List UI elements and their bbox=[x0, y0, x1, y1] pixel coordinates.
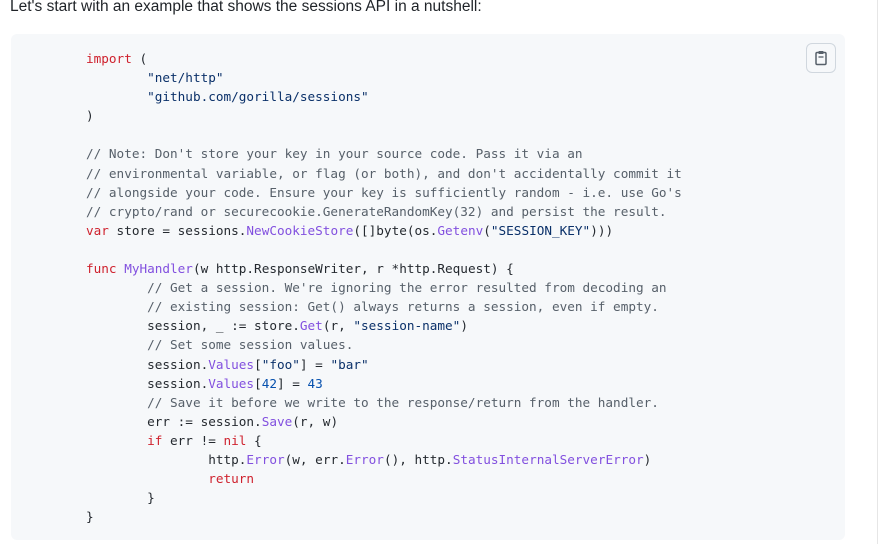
code-comment: // environmental variable, or flag (or b… bbox=[86, 165, 682, 181]
code-text: } bbox=[86, 509, 94, 525]
code-line: // Save it before we write to the respon… bbox=[86, 393, 682, 412]
code-number: 43 bbox=[307, 375, 323, 391]
copy-icon bbox=[815, 51, 827, 66]
code-identifier: Get bbox=[299, 318, 323, 334]
code-line: // environmental variable, or flag (or b… bbox=[86, 164, 682, 183]
code-text: [ bbox=[254, 356, 262, 372]
code-line: "github.com/gorilla/sessions" bbox=[86, 87, 682, 106]
code-text: ] = bbox=[299, 356, 331, 372]
code-line: session.Values["foo"] = "bar" bbox=[86, 355, 682, 374]
code-line: "net/http" bbox=[86, 68, 682, 87]
code-line: var store = sessions.NewCookieStore([]by… bbox=[86, 221, 682, 240]
copy-button[interactable] bbox=[806, 43, 836, 73]
code-line: if err != nil { bbox=[86, 431, 682, 450]
code-string: "foo" bbox=[261, 356, 300, 372]
code-line: } bbox=[86, 507, 682, 526]
code-string: "session-name" bbox=[353, 318, 461, 334]
code-text: (r, w) bbox=[292, 413, 339, 429]
code-comment: // existing session: Get() always return… bbox=[147, 299, 659, 315]
code-text: ))) bbox=[590, 222, 614, 238]
code-text: (r, bbox=[322, 318, 354, 334]
code-text: ( bbox=[131, 51, 148, 66]
code-line: // Note: Don't store your key in your so… bbox=[86, 144, 682, 163]
code-identifier: StatusInternalServerError bbox=[452, 451, 644, 467]
code-text: ) bbox=[86, 108, 94, 124]
code-identifier: MyHandler bbox=[124, 261, 193, 277]
code-text: err := session. bbox=[86, 413, 262, 429]
code-identifier: Getenv bbox=[437, 222, 484, 238]
code-string: "github.com/gorilla/sessions" bbox=[147, 89, 369, 105]
code-identifier: Values bbox=[208, 356, 255, 372]
code-comment: // Note: Don't store your key in your so… bbox=[86, 146, 583, 162]
code-keyword: if bbox=[147, 432, 163, 448]
code-identifier: Save bbox=[261, 413, 293, 429]
code-line: http.Error(w, err.Error(), http.StatusIn… bbox=[86, 450, 682, 469]
code-line: ) bbox=[86, 106, 682, 125]
code-line: } bbox=[86, 488, 682, 507]
code-text: ( bbox=[483, 222, 491, 238]
code-line: // Get a session. We're ignoring the err… bbox=[86, 278, 682, 297]
code-line: // crypto/rand or securecookie.GenerateR… bbox=[86, 202, 682, 221]
code-keyword: import bbox=[86, 51, 132, 66]
code-line: session.Values[42] = 43 bbox=[86, 374, 682, 393]
code-string: "net/http" bbox=[147, 70, 224, 86]
code-text: session, _ := store. bbox=[86, 318, 300, 334]
code-comment: // Set some session values. bbox=[147, 337, 354, 353]
code-keyword: var bbox=[86, 222, 109, 238]
code-text: } bbox=[86, 490, 155, 506]
code-identifier: NewCookieStore bbox=[246, 222, 354, 238]
code-text: (w http.ResponseWriter, r *http.Request)… bbox=[192, 261, 514, 277]
code-text: ] = bbox=[276, 375, 308, 391]
code-line: session, _ := store.Get(r, "session-name… bbox=[86, 316, 682, 335]
code-line: err := session.Save(r, w) bbox=[86, 412, 682, 431]
code-text: (), http. bbox=[383, 451, 453, 467]
code-keyword: nil bbox=[223, 432, 247, 448]
code-comment: // alongside your code. Ensure your key … bbox=[86, 184, 682, 200]
code-text: ) bbox=[460, 318, 468, 334]
code-text: err != bbox=[162, 432, 224, 448]
code-text: http. bbox=[86, 451, 247, 467]
code-comment: // Save it before we write to the respon… bbox=[147, 394, 659, 410]
code-string: "SESSION_KEY" bbox=[490, 222, 591, 238]
code-line: import ( bbox=[86, 49, 682, 68]
code-text: ([]byte(os. bbox=[353, 222, 438, 238]
code-identifier: Error bbox=[345, 451, 384, 467]
code-line: func MyHandler(w http.ResponseWriter, r … bbox=[86, 259, 682, 278]
code-identifier: Values bbox=[208, 375, 255, 391]
code-text: session. bbox=[86, 356, 209, 372]
code-string: "bar" bbox=[330, 356, 369, 372]
intro-text: Let's start with an example that shows t… bbox=[10, 0, 482, 15]
code-block: import ( "net/http" "github.com/gorilla/… bbox=[11, 34, 845, 540]
code-text: [ bbox=[254, 375, 262, 391]
code-text: store = sessions. bbox=[108, 222, 247, 238]
code-content[interactable]: import ( "net/http" "github.com/gorilla/… bbox=[86, 49, 682, 526]
code-text: session. bbox=[86, 375, 209, 391]
code-text: (w, err. bbox=[284, 451, 346, 467]
code-text: ) bbox=[643, 451, 652, 467]
code-identifier: Error bbox=[246, 451, 285, 467]
code-line: // alongside your code. Ensure your key … bbox=[86, 183, 682, 202]
code-comment: // Get a session. We're ignoring the err… bbox=[147, 280, 667, 296]
code-keyword: func bbox=[86, 261, 117, 277]
code-line: // existing session: Get() always return… bbox=[86, 297, 682, 316]
code-line: // Set some session values. bbox=[86, 335, 682, 354]
code-number: 42 bbox=[261, 375, 277, 391]
code-comment: // crypto/rand or securecookie.GenerateR… bbox=[86, 203, 667, 219]
code-keyword: return bbox=[208, 471, 255, 487]
code-line: return bbox=[86, 469, 682, 488]
code-text: { bbox=[246, 432, 262, 448]
